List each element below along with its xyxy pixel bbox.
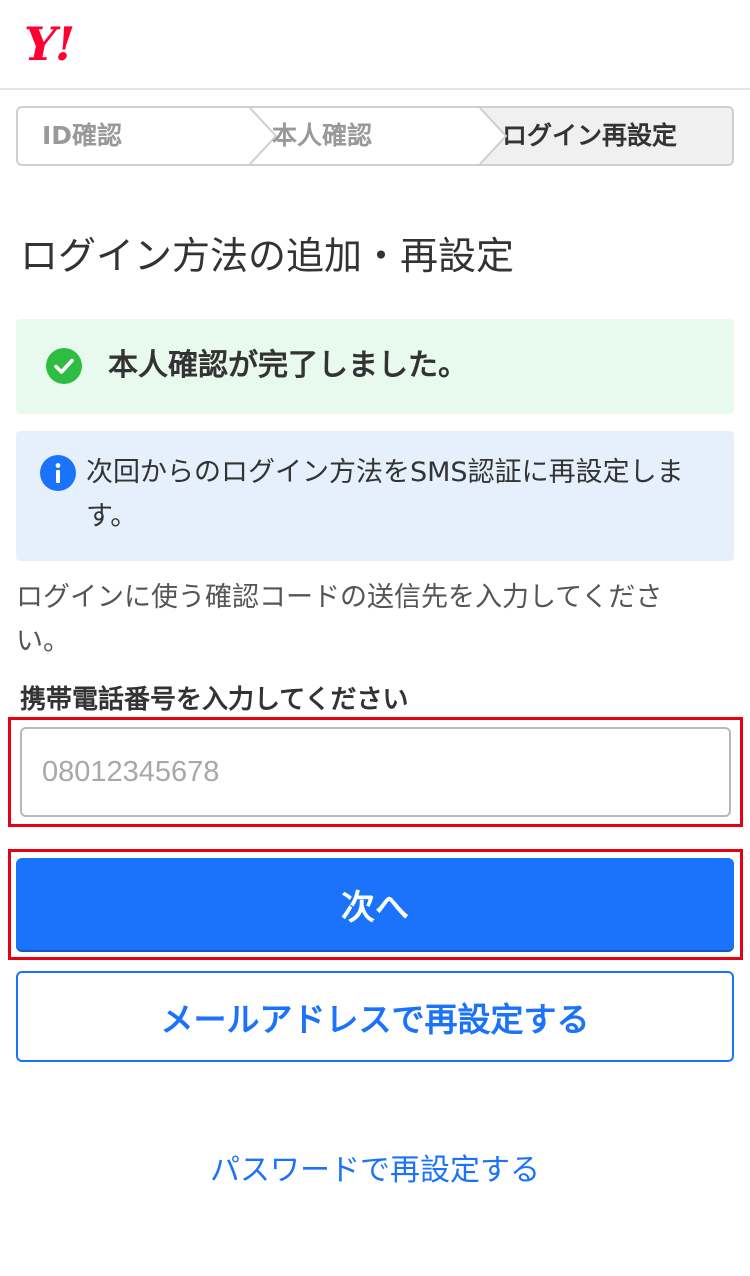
- step-login-reset: ログイン再設定: [478, 108, 732, 164]
- next-button[interactable]: 次へ: [16, 858, 734, 950]
- check-circle-icon: [46, 348, 82, 384]
- info-alert: 次回からのログイン方法をSMS認証に再設定します。: [16, 431, 734, 561]
- yahoo-logo[interactable]: Y!: [24, 18, 75, 70]
- reset-with-email-button[interactable]: メールアドレスで再設定する: [16, 971, 734, 1062]
- step-id-confirm: ID確認: [42, 121, 123, 150]
- page-title: ログイン方法の追加・再設定: [20, 234, 515, 278]
- success-message: 本人確認が完了しました。: [108, 348, 468, 383]
- info-message: 次回からのログイン方法をSMS認証に再設定します。: [86, 457, 684, 532]
- phone-number-input[interactable]: [20, 727, 731, 817]
- chevron-right-icon: [478, 108, 508, 164]
- instruction-text: ログインに使う確認コードの送信先を入力してください。: [16, 582, 663, 657]
- app-header: Y!: [0, 0, 750, 90]
- step-identity-confirm: 本人確認: [272, 121, 373, 150]
- phone-field-label: 携帯電話番号を入力してください: [20, 685, 409, 715]
- success-alert: 本人確認が完了しました。: [16, 319, 734, 414]
- progress-stepper: ID確認 本人確認 ログイン再設定: [16, 106, 734, 166]
- reset-with-password-link[interactable]: パスワードで再設定する: [0, 1146, 750, 1196]
- info-circle-icon: [40, 455, 76, 491]
